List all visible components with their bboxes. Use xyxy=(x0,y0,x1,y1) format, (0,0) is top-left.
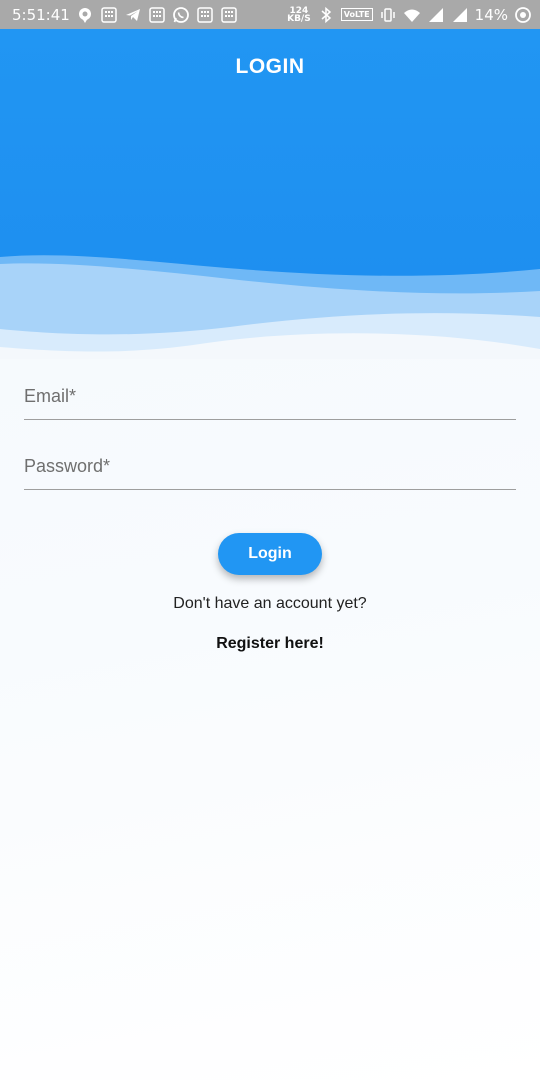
app-grid-icon xyxy=(100,6,118,24)
login-button[interactable]: Login xyxy=(218,533,322,575)
app-grid-icon xyxy=(148,6,166,24)
app-grid-icon xyxy=(220,6,238,24)
wifi-icon xyxy=(403,6,421,24)
page-title: LOGIN xyxy=(235,55,305,78)
vibrate-icon xyxy=(379,6,397,24)
register-link[interactable]: Register here! xyxy=(0,635,540,653)
location-pin-icon xyxy=(76,6,94,24)
password-field-container xyxy=(24,430,516,490)
status-bar-left: 5:51:41 xyxy=(12,6,238,24)
email-field-container xyxy=(24,360,516,420)
signal-icon xyxy=(427,6,445,24)
login-form xyxy=(24,360,516,490)
network-speed-indicator: 124 KB/S xyxy=(287,6,311,24)
status-bar: 5:51:41 124 KB/S VoLTE 14% xyxy=(0,0,540,29)
password-field[interactable] xyxy=(24,430,516,489)
no-account-text: Don't have an account yet? xyxy=(173,595,367,612)
bluetooth-icon xyxy=(317,6,335,24)
whatsapp-icon xyxy=(172,6,190,24)
telegram-icon xyxy=(124,6,142,24)
email-field[interactable] xyxy=(24,360,516,419)
net-speed-unit: KB/S xyxy=(287,13,311,24)
app-grid-icon xyxy=(196,6,214,24)
status-time: 5:51:41 xyxy=(12,5,70,24)
status-bar-right: 124 KB/S VoLTE 14% xyxy=(287,6,532,24)
battery-percentage: 14% xyxy=(474,5,508,24)
battery-icon xyxy=(514,6,532,24)
login-header: LOGIN xyxy=(0,29,540,359)
signal-icon xyxy=(451,6,469,24)
volte-badge: VoLTE xyxy=(340,8,373,21)
